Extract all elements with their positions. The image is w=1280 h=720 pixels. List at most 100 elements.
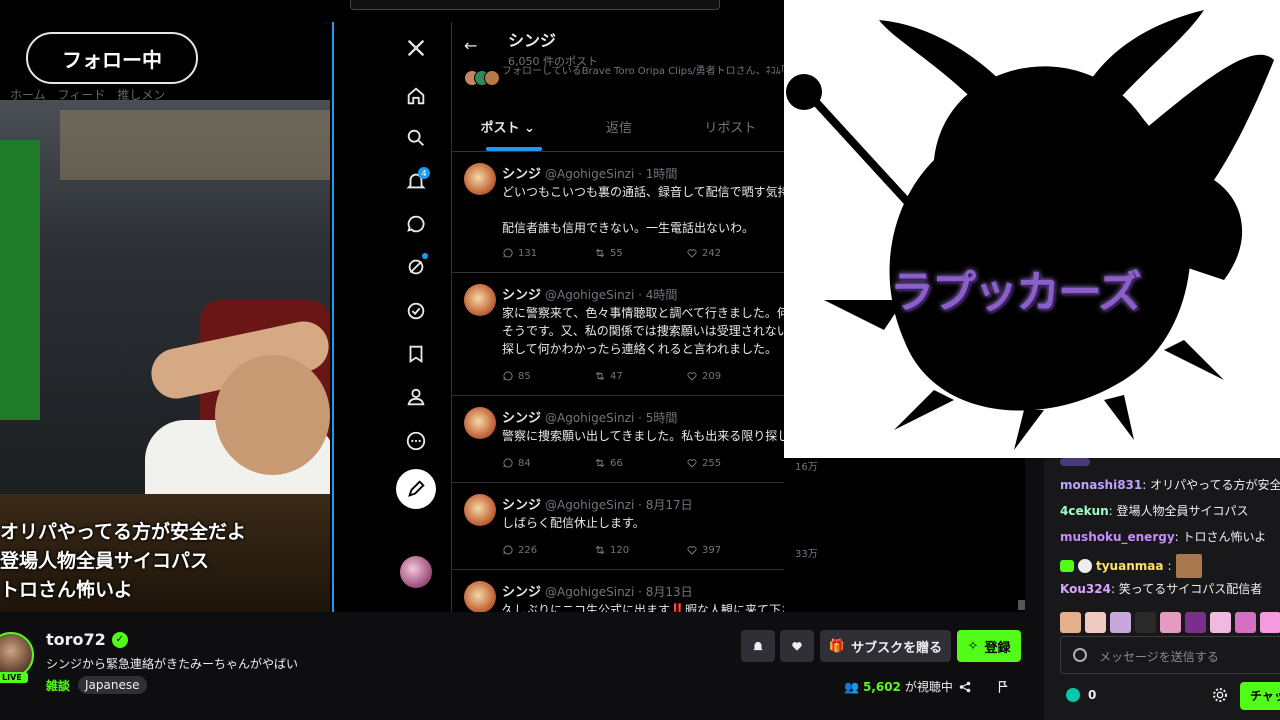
tweet-line: 久しぶりにニコ生公式に出ます‼️暇な人観に来て下さい‼️ [502, 603, 784, 612]
bell-icon [753, 641, 763, 651]
reply-icon [503, 458, 513, 468]
tweet-time: 8月13日 [645, 585, 693, 599]
chat-footer: 0 チャット [1044, 676, 1280, 720]
bookmark-icon [402, 340, 430, 368]
chat-username[interactable]: tyuanmaa [1096, 559, 1163, 573]
tweet-line: そうです。又、私の関係では捜索願いは受理されない [502, 324, 784, 338]
gift-sub-button[interactable]: 🎁 サブスクを贈る [820, 630, 951, 662]
webcam-feed [0, 100, 330, 494]
compose-post-button [396, 469, 436, 509]
repost-count: 120 [594, 544, 686, 556]
tweet-handle: @AgohigeSinzi [545, 288, 635, 302]
emote-icon [1135, 612, 1156, 633]
live-badge: LIVE [0, 672, 28, 683]
channel-name-row: toro72 ✓ [46, 630, 128, 649]
chat-message: Kou324: 笑ってるサイコパス配信者 [1060, 582, 1263, 596]
gear-icon[interactable] [1212, 687, 1228, 703]
emote-icon [1160, 612, 1181, 633]
repost-count: 55 [594, 247, 686, 259]
followed-by-line: フォローしているBrave Toro Oripa Clips/勇者トロさん、ﾈｺ… [502, 66, 784, 77]
chat-username[interactable]: Kou324 [1060, 582, 1111, 596]
tweet-avatar [464, 581, 496, 612]
share-icon[interactable] [958, 680, 972, 694]
tweet-avatar [464, 284, 496, 316]
tweet-author: シンジ [502, 167, 542, 182]
chat-message: tyuanmaa: [1060, 554, 1202, 578]
tweet-header: シンジ @AgohigeSinzi · 4時間 [502, 288, 678, 303]
emote-icon [1110, 612, 1131, 633]
reply-icon [503, 371, 513, 381]
tweet: シンジ @AgohigeSinzi · 5時間 警察に捜索願い出してきました。私も… [452, 397, 784, 483]
views-label: 33万 [795, 549, 818, 560]
viewers-icon: 👥 [844, 679, 859, 694]
profile-header: ← シンジ 6,050 件のポスト フォローしているBrave Toro Ori… [452, 22, 784, 122]
tweet-actions: 84 66 255 [502, 457, 778, 469]
category-link[interactable]: 雑談 [46, 677, 70, 694]
report-icon[interactable] [996, 680, 1010, 694]
stream-title: シンジから緊急連絡がきたみーちゃんがやばい [46, 657, 299, 671]
profile-name: シンジ [508, 31, 557, 50]
silhouette-illustration [786, 10, 1274, 450]
chat-username[interactable]: 4cekun [1060, 504, 1109, 518]
channel-info-bar: LIVE toro72 ✓ シンジから緊急連絡がきたみーちゃんがやばい 雑談 J… [0, 612, 1044, 720]
emote-icon [1260, 612, 1280, 633]
reply-icon [503, 545, 513, 555]
tweet-avatar [464, 494, 496, 526]
tweet-line: 配信者誰も信用できない。一生電話出ないわ。 [502, 221, 755, 235]
reply-count: 131 [502, 247, 594, 259]
chat-input-placeholder: メッセージを送信する [1099, 650, 1219, 664]
verified-badge-icon: ✓ [111, 631, 128, 648]
notification-bell-button[interactable] [741, 630, 775, 662]
send-chat-button[interactable]: チャット [1240, 682, 1280, 710]
tweet-author: シンジ [502, 411, 542, 426]
chat-text: トロさん怖いよ [1182, 530, 1267, 544]
more-icon [402, 427, 430, 455]
chat-overlay: オリパやってる方が安全だよ 登場人物全員サイコパス トロさん怖いよ [0, 494, 330, 612]
x-scrollbar [1018, 600, 1025, 610]
gift-icon: 🎁 [828, 638, 846, 654]
follow-heart-button[interactable] [780, 630, 814, 662]
tab-reposts: リポスト [704, 121, 757, 136]
tweet-header: シンジ @AgohigeSinzi · 1時間 [502, 167, 678, 182]
tweet-time: 5時間 [645, 411, 678, 425]
language-tag[interactable]: Japanese [78, 676, 147, 694]
tweet-author: シンジ [502, 585, 542, 600]
like-icon [687, 249, 697, 258]
reply-icon [503, 248, 513, 258]
tweet: シンジ @AgohigeSinzi · 8月17日 しばらく配信休止します。 22… [452, 484, 784, 570]
tweet: シンジ @AgohigeSinzi · 8月13日 久しぶりにニコ生公式に出ます‼… [452, 571, 784, 612]
chat-text: オリパやってる方が安全だよ [1150, 478, 1280, 492]
tweet-header: シンジ @AgohigeSinzi · 8月13日 [502, 585, 693, 600]
points-value: 0 [1088, 688, 1097, 702]
notification-badge: 4 [418, 167, 430, 179]
chat-message: 4cekun: 登場人物全員サイコパス [1060, 504, 1249, 518]
tweet-line: 家に警察来て、色々事情聴取と調べて行きました。何 [502, 306, 784, 320]
like-count: 255 [686, 457, 778, 469]
tweet-time: 4時間 [645, 288, 678, 302]
emote-icon [1185, 612, 1206, 633]
profile-tabs: ポスト ⌄ 返信 リポスト [452, 112, 784, 152]
tweet-header: シンジ @AgohigeSinzi · 8月17日 [502, 498, 693, 513]
chat-username[interactable]: monashi831 [1060, 478, 1142, 492]
profile-icon [402, 383, 430, 411]
grok-icon [402, 253, 430, 281]
artwork-title: ラプッカーズ [890, 267, 1142, 318]
like-count: 209 [686, 370, 778, 382]
chat-input[interactable]: メッセージを送信する [1060, 636, 1280, 674]
faded-tabs: ホーム フィード 推しメン [10, 88, 166, 100]
tweet-actions: 85 47 209 [502, 370, 778, 382]
home-icon [402, 82, 430, 110]
tweet-author: シンジ [502, 498, 542, 513]
repost-icon [595, 371, 605, 381]
subscribe-button[interactable]: ✧ 登録 [957, 630, 1021, 662]
channel-name[interactable]: toro72 [46, 630, 106, 649]
tweet-header: シンジ @AgohigeSinzi · 5時間 [502, 411, 678, 426]
like-icon [687, 372, 697, 381]
following-pill: フォロー中 [26, 32, 198, 84]
tweet-line: 探して何かわかったら連絡くれると言われました。 [502, 342, 778, 356]
channel-points[interactable]: 0 [1066, 688, 1096, 702]
tab-label: ポスト [480, 121, 520, 136]
repost-count: 47 [594, 370, 686, 382]
chat-username[interactable]: mushoku_energy [1060, 530, 1175, 544]
like-count: 242 [686, 247, 778, 259]
